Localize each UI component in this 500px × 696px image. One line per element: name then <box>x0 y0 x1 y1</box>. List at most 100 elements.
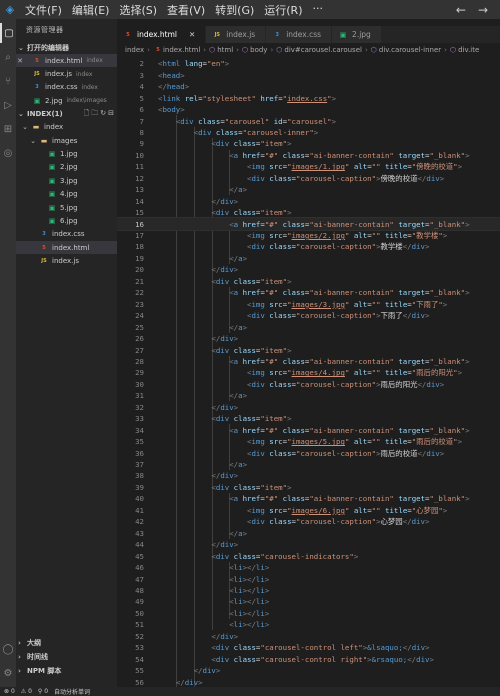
code-line[interactable]: 54 <div class="carousel-control right">&… <box>117 653 500 665</box>
open-editor-item[interactable]: 3 index.css index <box>16 81 117 94</box>
code-line[interactable]: 22 <a href="#" class="ai-banner-contain"… <box>117 287 500 299</box>
tree-file[interactable]: ▣ 2.jpg <box>16 161 117 174</box>
code-line[interactable]: 6 <body> <box>117 104 500 116</box>
code-line[interactable]: 45 <div class="carousel-indicators"> <box>117 550 500 562</box>
close-icon[interactable]: ✕ <box>189 30 195 39</box>
open-editor-item[interactable]: ▣ 2.jpg index\images <box>16 94 117 107</box>
editor-tab[interactable]: JS index.js <box>206 26 267 43</box>
tree-file[interactable]: ▣ 5.jpg <box>16 201 117 214</box>
settings-gear-icon[interactable]: ⚙ <box>0 663 16 683</box>
open-editor-item[interactable]: JS index.js index <box>16 67 117 80</box>
tree-folder[interactable]: ⌄ ▬ index <box>16 121 117 134</box>
remote-icon[interactable]: ◎ <box>0 143 16 163</box>
breadcrumb-item[interactable]: ⬡ div#carousel.carousel <box>276 46 362 54</box>
code-line[interactable]: 7 <div class="carousel" id="carousel"> <box>117 115 500 127</box>
workspace-header[interactable]: ⌄ INDEX(1) 🗋 🗀 ↻ ⊟ <box>16 108 117 121</box>
code-line[interactable]: 31 </a> <box>117 390 500 402</box>
code-line[interactable]: 44 </div> <box>117 539 500 551</box>
code-line[interactable]: 50 <li></li> <box>117 608 500 620</box>
run-debug-icon[interactable]: ▷ <box>0 95 16 115</box>
code-line[interactable]: 42 <div class="carousel-caption">心梦园</di… <box>117 516 500 528</box>
code-line[interactable]: 29 <img src="images/4.jpg" alt="" title=… <box>117 367 500 379</box>
code-line[interactable]: 9 <div class="item"> <box>117 138 500 150</box>
tree-file[interactable]: 3 index.css <box>16 228 117 241</box>
warnings-status[interactable]: ⚠ 0 <box>21 688 32 695</box>
code-line[interactable]: 11 <img src="images/1.jpg" alt="" title=… <box>117 161 500 173</box>
code-line[interactable]: 26 </div> <box>117 333 500 345</box>
editor-tab[interactable]: 3 index.css <box>266 26 333 43</box>
menu-item[interactable]: 转到(G) <box>210 2 259 18</box>
extensions-icon[interactable]: ⊞ <box>0 119 16 139</box>
code-line[interactable]: 8 <div class="carousel-inner"> <box>117 127 500 139</box>
npm-scripts-header[interactable]: › NPM 脚本 <box>16 664 117 678</box>
forward-arrow-icon[interactable]: → <box>478 3 488 17</box>
breadcrumb-item[interactable]: ⬡ div.carousel-inner <box>371 46 441 54</box>
new-folder-icon[interactable]: 🗀 <box>91 109 98 120</box>
code-line[interactable]: 38 </div> <box>117 470 500 482</box>
code-line[interactable]: 17 <img src="images/2.jpg" alt="" title=… <box>117 230 500 242</box>
code-line[interactable]: 19 </a> <box>117 253 500 265</box>
code-line[interactable]: 34 <a href="#" class="ai-banner-contain"… <box>117 424 500 436</box>
tree-file[interactable]: 5 index.html <box>16 241 117 255</box>
source-control-icon[interactable]: ⑂ <box>0 71 16 91</box>
outline-header[interactable]: › 大纲 <box>16 636 117 650</box>
code-line[interactable]: 3 <head> <box>117 69 500 81</box>
editor-tab[interactable]: 5 index.html ✕ <box>117 26 207 43</box>
code-line[interactable]: 27 <div class="item"> <box>117 344 500 356</box>
menu-item[interactable]: 文件(F) <box>20 2 67 18</box>
tree-file[interactable]: ▣ 4.jpg <box>16 188 117 201</box>
breadcrumb-item[interactable]: ⬡ div.ite <box>450 46 479 54</box>
code-line[interactable]: 36 <div class="carousel-caption">雨后的校道</… <box>117 447 500 459</box>
timeline-header[interactable]: › 时间线 <box>16 650 117 664</box>
code-line[interactable]: 24 <div class="carousel-caption">下雨了</di… <box>117 310 500 322</box>
errors-status[interactable]: ⊗ 0 <box>4 688 15 695</box>
code-line[interactable]: 37 </a> <box>117 459 500 471</box>
code-line[interactable]: 4 </head> <box>117 81 500 93</box>
tree-file[interactable]: ▣ 6.jpg <box>16 214 117 227</box>
menu-item[interactable]: 编辑(E) <box>67 2 115 18</box>
tree-file[interactable]: ▣ 3.jpg <box>16 174 117 187</box>
collapse-all-icon[interactable]: ⊟ <box>108 109 114 120</box>
analysis-status[interactable]: 自动分析单词 <box>54 687 90 696</box>
menu-item[interactable]: ··· <box>308 2 329 18</box>
code-line[interactable]: 13 </a> <box>117 184 500 196</box>
menu-item[interactable]: 选择(S) <box>114 2 162 18</box>
code-line[interactable]: 35 <img src="images/5.jpg" alt="" title=… <box>117 436 500 448</box>
code-line[interactable]: 16 <a href="#" class="ai-banner-contain"… <box>117 217 500 231</box>
code-line[interactable]: 43 </a> <box>117 527 500 539</box>
code-line[interactable]: 39 <div class="item"> <box>117 482 500 494</box>
open-editor-item[interactable]: ✕ 5 index.html index <box>16 54 117 68</box>
code-line[interactable]: 2 <html lang="en"> <box>117 58 500 70</box>
close-icon[interactable]: ✕ <box>16 57 24 65</box>
code-line[interactable]: 47 <li></li> <box>117 573 500 585</box>
code-line[interactable]: 12 <div class="carousel-caption">傍晚的校道</… <box>117 173 500 185</box>
account-icon[interactable]: ◯ <box>0 639 16 659</box>
code-line[interactable]: 30 <div class="carousel-caption">雨后的阳光</… <box>117 379 500 391</box>
code-line[interactable]: 51 <li></li> <box>117 619 500 631</box>
code-line[interactable]: 14 </div> <box>117 195 500 207</box>
code-line[interactable]: 49 <li></li> <box>117 596 500 608</box>
code-line[interactable]: 21 <div class="item"> <box>117 276 500 288</box>
code-line[interactable]: 25 </a> <box>117 321 500 333</box>
tree-folder[interactable]: ⌄ ▬ images <box>16 134 117 147</box>
search-icon[interactable]: ⌕ <box>0 47 16 67</box>
explorer-icon[interactable]: ▢ <box>0 23 16 43</box>
back-arrow-icon[interactable]: ← <box>456 3 466 17</box>
code-line[interactable]: 40 <a href="#" class="ai-banner-contain"… <box>117 493 500 505</box>
tree-file[interactable]: ▣ 1.jpg <box>16 147 117 160</box>
menu-item[interactable]: 查看(V) <box>162 2 210 18</box>
code-line[interactable]: 48 <li></li> <box>117 585 500 597</box>
new-file-icon[interactable]: 🗋 <box>84 109 90 120</box>
code-line[interactable]: 23 <img src="images/3.jpg" alt="" title=… <box>117 298 500 310</box>
open-editors-header[interactable]: ⌄ 打开的编辑器 <box>16 41 117 54</box>
code-line[interactable]: 20 </div> <box>117 264 500 276</box>
code-line[interactable]: 5 <link rel="stylesheet" href="index.css"… <box>117 92 500 104</box>
code-line[interactable]: 18 <div class="carousel-caption">教学楼</di… <box>117 241 500 253</box>
code-line[interactable]: 55 </div> <box>117 665 500 677</box>
breadcrumb-item[interactable]: ⬡ body <box>242 46 267 54</box>
code-line[interactable]: 15 <div class="item"> <box>117 207 500 219</box>
code-line[interactable]: 10 <a href="#" class="ai-banner-contain"… <box>117 150 500 162</box>
tree-file[interactable]: JS index.js <box>16 254 117 267</box>
code-line[interactable]: 32 </div> <box>117 402 500 414</box>
code-line[interactable]: 33 <div class="item"> <box>117 413 500 425</box>
